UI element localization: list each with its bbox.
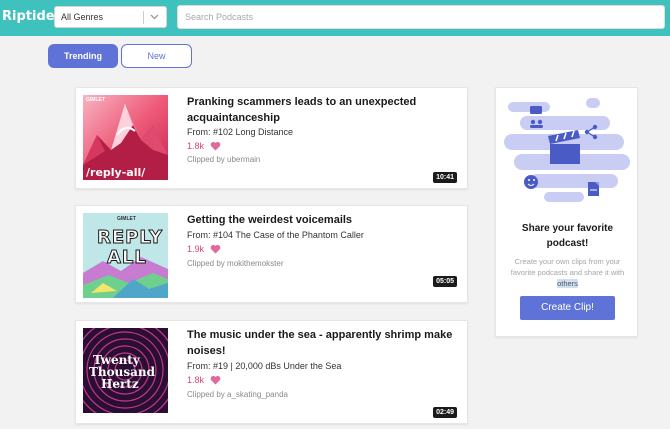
likes-count: 1.8k xyxy=(187,141,221,151)
top-bar: Riptide All Genres Search Podcasts xyxy=(0,0,670,36)
panel-title: Share your favorite podcast! xyxy=(521,223,614,249)
clip-episode: From: #102 Long Distance xyxy=(187,127,294,137)
podcast-cover-twenty-thousand-hertz[interactable]: Twenty Thousand Hertz xyxy=(83,328,168,413)
select-divider xyxy=(143,11,144,24)
podcast-cover-reply-all[interactable]: GIMLET REPLY ALL xyxy=(83,213,168,298)
clip-card[interactable]: GIMLET REPLY ALL Getting the weirdest vo… xyxy=(75,205,468,303)
search-input[interactable]: Search Podcasts xyxy=(177,5,665,29)
clip-title[interactable]: Getting the weirdest voicemails xyxy=(187,212,462,228)
likes-value: 1.8k xyxy=(187,141,205,151)
likes-count: 1.9k xyxy=(187,244,221,254)
panel-description: Create your own clips from your favorite… xyxy=(502,256,633,289)
likes-value: 1.8k xyxy=(187,375,205,385)
heart-icon[interactable] xyxy=(210,244,221,254)
clip-card[interactable]: GIMLET /reply-all/ Pranking scammers lea… xyxy=(75,87,468,189)
heart-icon[interactable] xyxy=(210,141,221,151)
clapperboard-icon xyxy=(548,130,580,164)
create-clip-button[interactable]: Create Clip! xyxy=(520,296,615,320)
likes-value: 1.9k xyxy=(187,244,205,254)
clipped-by: Clipped by ubermain xyxy=(187,155,261,164)
genre-select[interactable]: All Genres xyxy=(54,6,167,28)
panel-description-text: Create your own clips from your favorite… xyxy=(510,257,625,277)
search-placeholder: Search Podcasts xyxy=(185,12,254,22)
clip-card[interactable]: Twenty Thousand Hertz The music under th… xyxy=(75,320,468,424)
podcast-cover-reply-all[interactable]: GIMLET /reply-all/ xyxy=(83,95,168,180)
tab-trending[interactable]: Trending xyxy=(48,44,118,68)
share-panel: Share your favorite podcast! Create your… xyxy=(495,87,638,337)
cover-line-2: ALL xyxy=(107,247,147,269)
genre-select-value: All Genres xyxy=(61,12,104,22)
cover-line-3: Hertz xyxy=(101,377,139,391)
cover-brand: GIMLET xyxy=(86,97,105,103)
clip-title[interactable]: The music under the sea - apparently shr… xyxy=(187,327,462,359)
share-illustration xyxy=(504,98,630,202)
emoji-icon xyxy=(524,175,538,189)
duration-badge: 10:41 xyxy=(433,172,457,183)
clip-episode: From: #104 The Case of the Phantom Calle… xyxy=(187,230,364,240)
chevron-down-icon[interactable] xyxy=(149,11,160,23)
document-icon xyxy=(588,182,599,196)
duration-badge: 02:49 xyxy=(433,407,457,418)
cover-text: /reply-all/ xyxy=(86,166,146,179)
cover-line-1: REPLY xyxy=(96,227,164,249)
duration-badge: 05:05 xyxy=(433,276,457,287)
heart-icon[interactable] xyxy=(210,375,221,385)
clip-episode: From: #19 | 20,000 dBs Under the Sea xyxy=(187,361,342,371)
app-logo[interactable]: Riptide xyxy=(2,9,55,24)
clipped-by: Clipped by mokithemokster xyxy=(187,259,284,268)
cover-brand: GIMLET xyxy=(117,216,136,222)
panel-description-highlight: others xyxy=(557,279,578,288)
likes-count: 1.8k xyxy=(187,375,221,385)
clipped-by: Clipped by a_skating_panda xyxy=(187,390,288,399)
clip-title[interactable]: Pranking scammers leads to an unexpected… xyxy=(187,94,462,126)
tab-new[interactable]: New xyxy=(121,44,192,68)
